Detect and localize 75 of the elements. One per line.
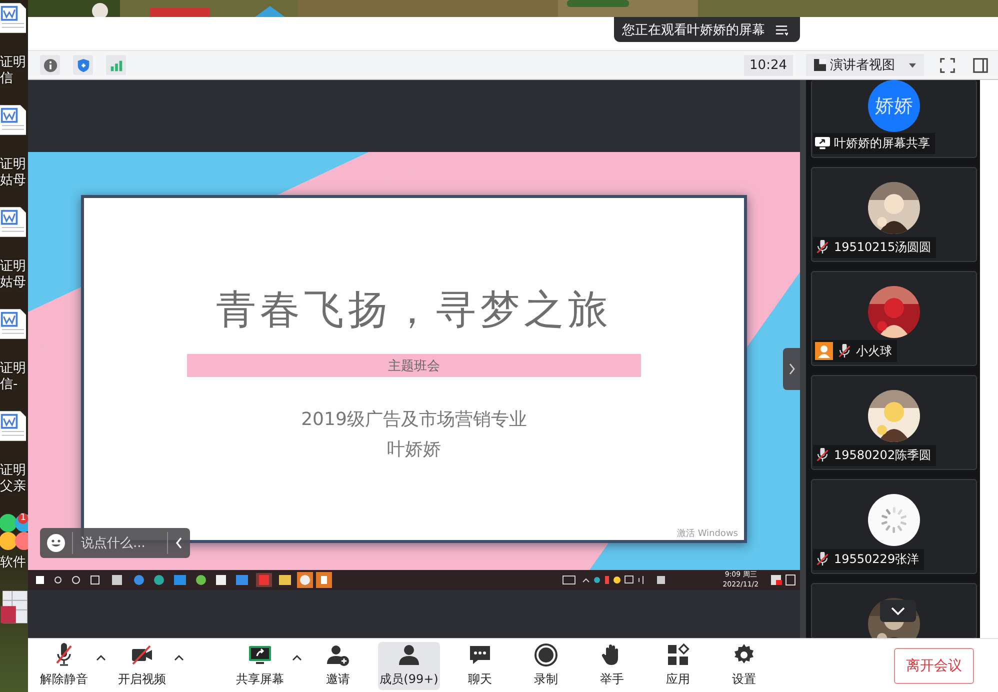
toolbar-button[interactable]: 录制 (520, 642, 572, 690)
leave-meeting-button[interactable]: 离开会议 (894, 648, 974, 684)
toolbar-button[interactable]: 应用 (652, 642, 704, 690)
activation-watermark: 激活 Windows (676, 528, 738, 540)
chevron-right-icon (788, 363, 796, 375)
document-icon[interactable] (0, 207, 26, 237)
slide-title: 青春飞扬，寻梦之旅 (216, 286, 612, 334)
icon-label: 证明 (0, 157, 26, 173)
emoji-icon[interactable] (46, 533, 66, 553)
loading-spinner-icon (868, 494, 920, 546)
meeting-timer: 10:24 (744, 54, 793, 76)
participant-name: 19510215汤圆圆 (834, 239, 932, 256)
apps-icon (666, 643, 690, 667)
shield-icon[interactable] (73, 55, 93, 75)
chat-icon (468, 643, 492, 667)
participant-tile[interactable]: 19580202陈季圆 (811, 375, 977, 470)
chat-input[interactable]: 说点什么... (72, 532, 168, 554)
document-icon[interactable] (0, 3, 26, 33)
toolbar-button[interactable]: 解除静音 (38, 642, 90, 690)
toolbar-button[interactable]: 邀请 (312, 642, 364, 690)
participant-tile[interactable]: 小火球 (811, 271, 977, 366)
view-button[interactable]: 演讲者视图 (806, 54, 924, 76)
panel-toggle[interactable] (783, 348, 800, 390)
caret-icon (174, 654, 184, 660)
slide-subtitle: 主题班会 (388, 358, 440, 374)
screen-share-icon (248, 643, 272, 667)
icon-label: 证明 (0, 463, 26, 479)
document-icon[interactable] (0, 411, 26, 441)
fullscreen-icon[interactable] (937, 55, 957, 75)
toolbar-button[interactable]: 举手 (586, 642, 638, 690)
participant-tile[interactable]: 娇娇 叶娇娇的屏幕共享 (811, 80, 977, 158)
avatar-text: 娇娇 (875, 94, 913, 119)
participant-name: 小火球 (856, 342, 892, 360)
participant-tile[interactable]: 19510215汤圆圆 (811, 167, 977, 262)
icon-label: 证明 (0, 361, 26, 377)
slide-text: 2019级广告及市场营销专业 (301, 408, 527, 432)
toolbar-button[interactable]: 成员(99+) (378, 642, 440, 690)
participant-tile[interactable]: 19550229张洋 (811, 479, 977, 574)
icon-label: 姑母 (0, 275, 26, 291)
screen-share-icon (815, 136, 830, 151)
collapse-icon[interactable] (174, 536, 184, 550)
toolbar-button[interactable]: 共享屏幕 (234, 642, 286, 690)
document-icon[interactable] (0, 105, 26, 135)
record-icon (534, 643, 558, 667)
toolbar-button[interactable]: 设置 (718, 642, 770, 690)
icon-label: 软件 (0, 555, 26, 571)
chevron-down-icon[interactable] (880, 600, 916, 622)
icon-label: 证明 (0, 259, 26, 275)
icon-label: 姑母 (0, 173, 26, 189)
participant-tile[interactable] (811, 583, 977, 638)
icon-label: 信- (0, 377, 18, 393)
participant-name: 19550229张洋 (834, 551, 920, 568)
slide-text: 叶娇娇 (387, 438, 441, 462)
caret-icon (292, 654, 302, 660)
icon-label: 父亲 (0, 479, 26, 495)
add-person-icon (326, 643, 350, 667)
toolbar-button[interactable]: 开启视频 (116, 642, 168, 690)
toolbar-button[interactable]: 聊天 (454, 642, 506, 690)
icon-label: 证明 (0, 55, 26, 71)
caret-icon (909, 62, 916, 68)
layout-icon (814, 59, 826, 71)
notification-icon[interactable] (770, 572, 796, 588)
document-icon[interactable] (0, 309, 26, 339)
notification-badge: 1 (18, 513, 28, 524)
side-panel-icon[interactable] (970, 55, 990, 75)
camera-off-icon (130, 643, 154, 667)
app-group-icon[interactable] (0, 513, 28, 553)
menu-icon[interactable] (775, 24, 788, 36)
notice-text: 您正在观看叶娇娇的屏幕 (622, 22, 765, 38)
info-icon[interactable] (40, 55, 60, 75)
icon-label: 信 (0, 71, 13, 87)
participant-name: 19580202陈季圆 (834, 447, 932, 464)
participant-name: 叶娇娇的屏幕共享 (834, 135, 930, 152)
person-icon (397, 643, 421, 667)
caret-icon (96, 654, 106, 660)
